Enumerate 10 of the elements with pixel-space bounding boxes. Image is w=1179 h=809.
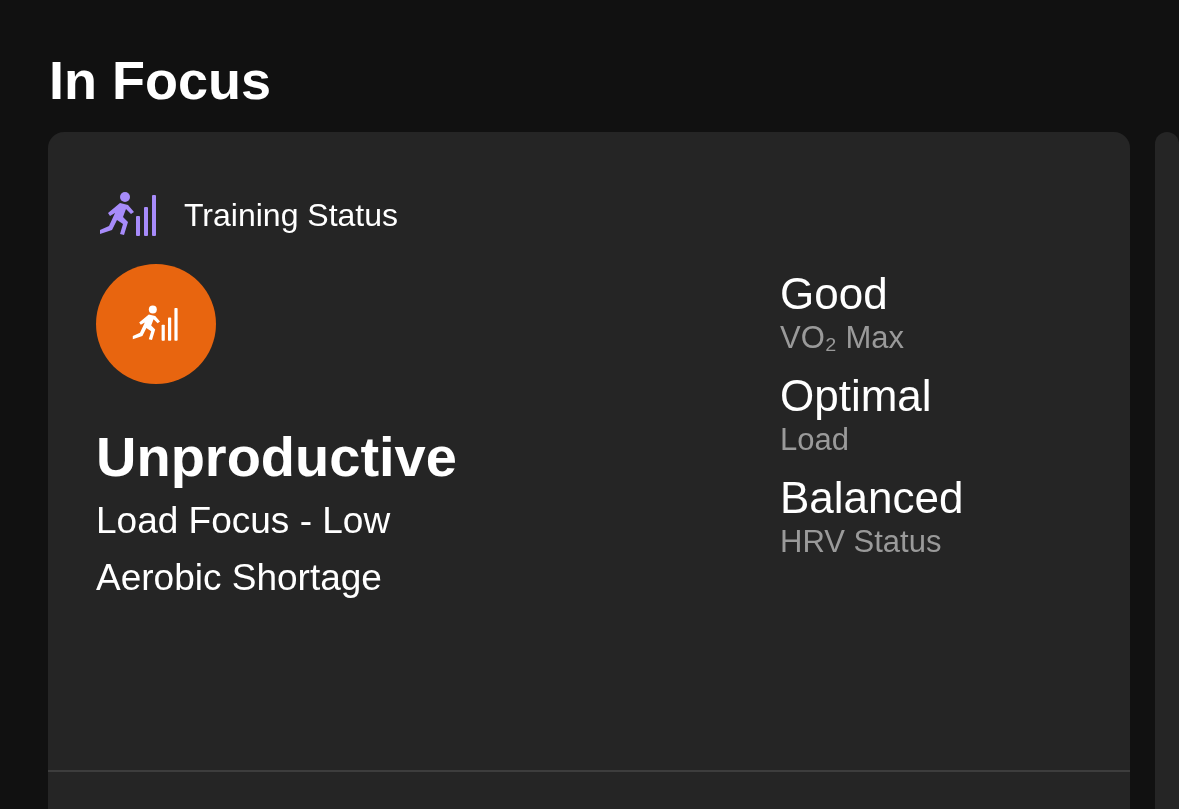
metric-label: HRV Status <box>780 524 943 560</box>
metric-label: VO₂ Max <box>780 320 905 356</box>
section-title: In Focus <box>49 49 272 112</box>
metric-value: Good <box>780 268 889 320</box>
metric-value: Balanced <box>780 472 964 524</box>
metric-label: Load <box>780 422 850 458</box>
card-title: Training Status <box>184 196 399 235</box>
metric-value: Optimal <box>780 370 933 422</box>
status-description: Load Focus - Low Aerobic Shortage <box>96 499 392 600</box>
status-text: Unproductive <box>96 424 458 490</box>
